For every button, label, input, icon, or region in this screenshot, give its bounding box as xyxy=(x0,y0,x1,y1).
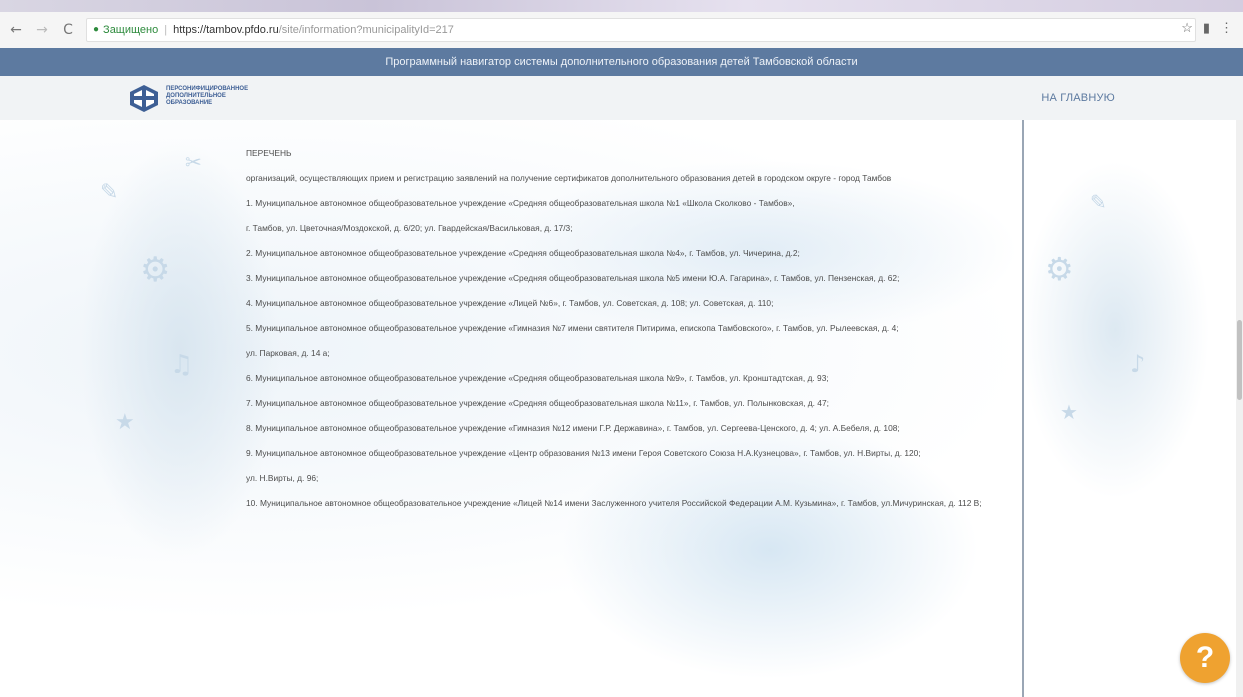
intro-paragraph: организаций, осуществляющих прием и реги… xyxy=(246,173,892,183)
doodle-icon: ♫ xyxy=(170,350,194,380)
doodle-icon: ✎ xyxy=(100,180,119,205)
logo-line: ПЕРСОНИФИЦИРОВАННОЕ xyxy=(166,86,249,92)
lock-icon: ● xyxy=(93,24,100,35)
forward-icon[interactable]: → xyxy=(32,20,52,40)
list-item: 3. Муниципальное автономное общеобразова… xyxy=(246,273,900,283)
bookmark-star-icon[interactable]: ☆ xyxy=(1181,20,1193,36)
site-header: ПЕРСОНИФИЦИРОВАННОЕ ДОПОЛНИТЕЛЬНОЕ ОБРАЗ… xyxy=(0,76,1243,121)
logo-line: ДОПОЛНИТЕЛЬНОЕ xyxy=(166,93,226,99)
list-item: 8. Муниципальное автономное общеобразова… xyxy=(246,423,900,433)
list-item: ул. Парковая, д. 14 а; xyxy=(246,348,330,358)
url-path: /site/information?municipalityId=217 xyxy=(278,24,454,36)
main-content: ПЕРЕЧЕНЬ организаций, осуществляющих при… xyxy=(246,148,996,523)
list-item: 9. Муниципальное автономное общеобразова… xyxy=(246,448,921,458)
back-icon[interactable]: ← xyxy=(6,20,26,40)
browser-tab-strip xyxy=(0,0,1243,12)
doodle-icon: ⚙ xyxy=(1045,250,1074,288)
list-item: 5. Муниципальное автономное общеобразова… xyxy=(246,323,899,333)
list-item: 2. Муниципальное автономное общеобразова… xyxy=(246,248,800,258)
list-item: 6. Муниципальное автономное общеобразова… xyxy=(246,373,829,383)
help-button[interactable]: ? xyxy=(1180,633,1230,683)
address-bar[interactable]: ● Защищено | https://tambov.pfdo.ru /sit… xyxy=(86,18,1196,42)
background-decoration xyxy=(1020,160,1210,500)
logo-text: ПЕРСОНИФИЦИРОВАННОЕ ДОПОЛНИТЕЛЬНОЕ ОБРАЗ… xyxy=(166,86,248,107)
doodle-icon: ✂ xyxy=(185,150,202,174)
list-item: 7. Муниципальное автономное общеобразова… xyxy=(246,398,829,408)
reload-icon[interactable]: C xyxy=(58,20,78,40)
list-item: 4. Муниципальное автономное общеобразова… xyxy=(246,298,774,308)
list-item: 1. Муниципальное автономное общеобразова… xyxy=(246,198,795,208)
doodle-icon: ★ xyxy=(115,410,135,435)
home-link[interactable]: НА ГЛАВНУЮ xyxy=(1041,92,1115,104)
site-banner: Программный навигатор системы дополнител… xyxy=(0,48,1243,76)
doodle-icon: ★ xyxy=(1060,400,1078,424)
secure-label: Защищено xyxy=(103,24,159,36)
list-item: 10. Муниципальное автономное общеобразов… xyxy=(246,498,982,508)
address-separator: | xyxy=(164,24,168,36)
browser-actions: ☆ ▮ ⋮ xyxy=(1181,20,1233,36)
doodle-icon: ⚙ xyxy=(140,250,171,290)
list-item: г. Тамбов, ул. Цветочная/Моздокской, д. … xyxy=(246,223,573,233)
url-host: https://tambov.pfdo.ru xyxy=(173,24,279,36)
list-item: ул. Н.Вирты, д. 96; xyxy=(246,473,319,483)
scrollbar-track[interactable] xyxy=(1236,120,1243,697)
logo-line: ОБРАЗОВАНИЕ xyxy=(166,100,213,106)
extension-icon[interactable]: ▮ xyxy=(1203,20,1210,36)
page-title: ПЕРЕЧЕНЬ xyxy=(246,148,292,158)
scrollbar-thumb[interactable] xyxy=(1237,320,1242,400)
site-logo-icon[interactable] xyxy=(128,83,160,113)
content-divider xyxy=(1022,120,1024,697)
doodle-icon: ♪ xyxy=(1130,350,1146,378)
doodle-icon: ✎ xyxy=(1090,190,1107,214)
browser-menu-icon[interactable]: ⋮ xyxy=(1220,20,1233,36)
browser-toolbar: ← → C ● Защищено | https://tambov.pfdo.r… xyxy=(0,12,1243,49)
